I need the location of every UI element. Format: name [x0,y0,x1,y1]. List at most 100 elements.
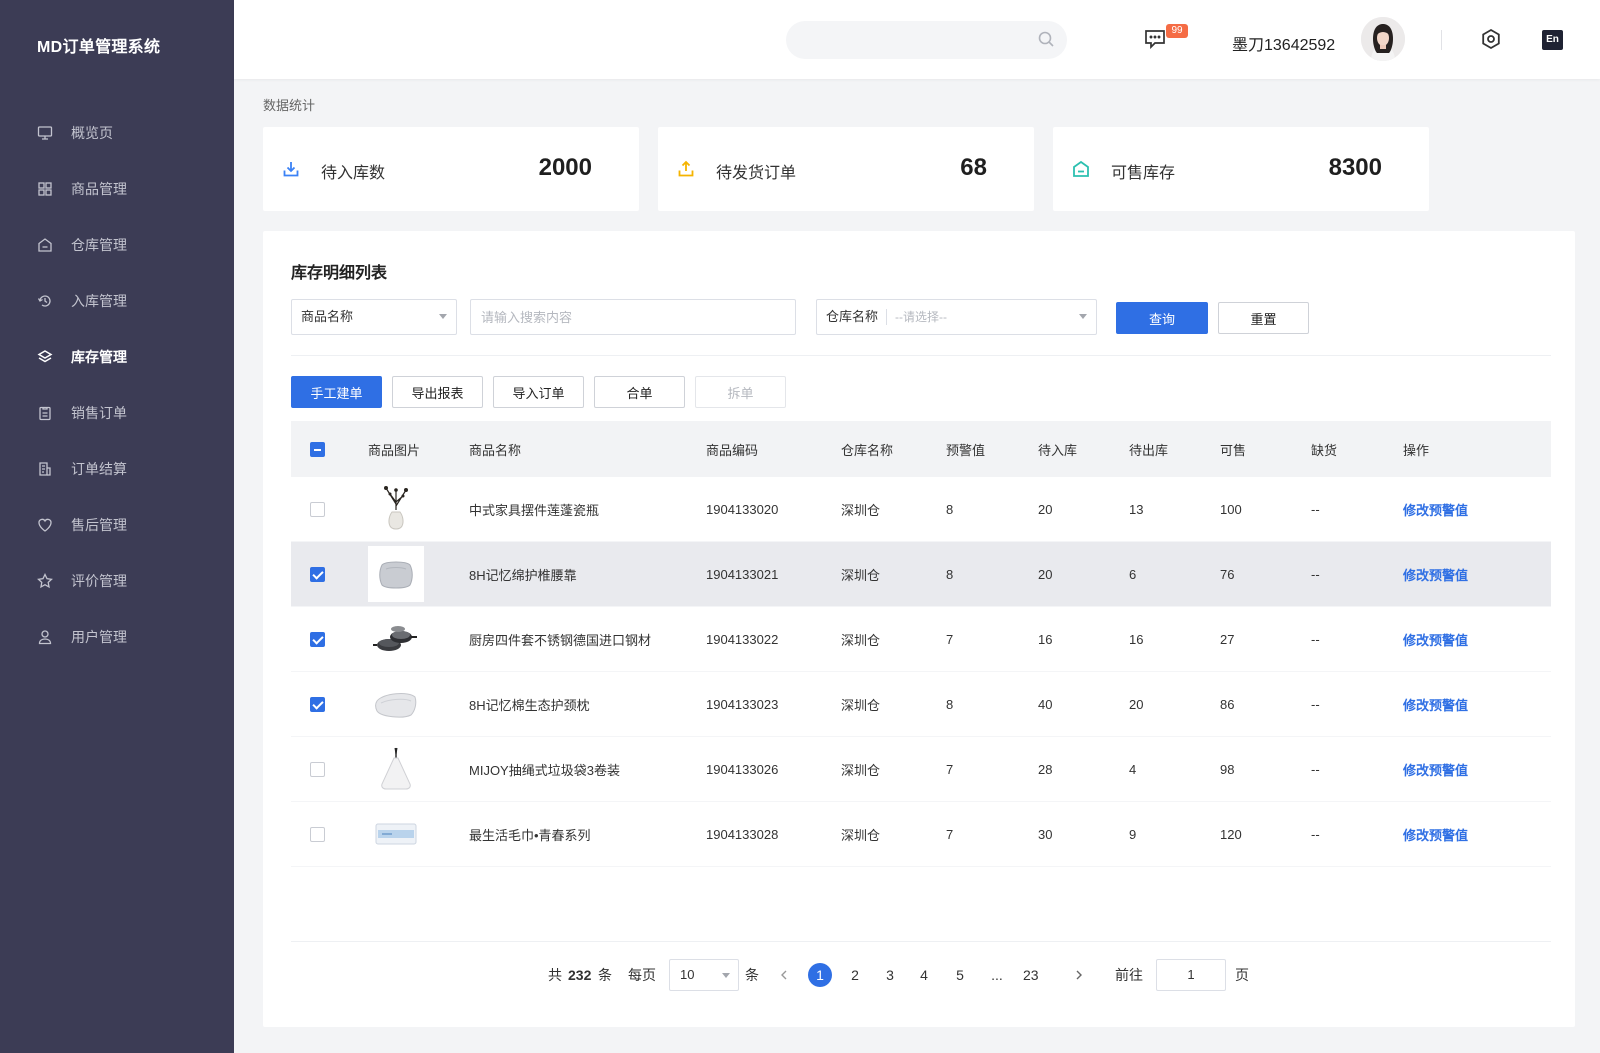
row-checkbox[interactable] [310,696,325,712]
pending-outbound: 16 [1129,631,1144,647]
product-name: 8H记忆棉生态护颈枕 [469,697,590,713]
table-row[interactable]: 最生活毛巾•青春系列 1904133028 深圳仓 7 30 9 120 -- … [291,802,1551,867]
available: 86 [1220,696,1235,712]
avatar[interactable] [1361,17,1405,61]
pending-inbound: 16 [1038,631,1053,647]
product-code: 1904133028 [706,826,779,842]
warning-value: 8 [946,696,954,712]
language-switch[interactable]: En [1542,30,1563,50]
star-icon [37,573,53,589]
sidebar-menu: 概览页 商品管理 仓库管理 入库管理 库存管理 销售订单 订单结算 售后管理 评… [0,105,234,665]
product-code: 1904133023 [706,696,779,712]
clipboard-icon [39,406,51,421]
section-label: 数据统计 [263,98,316,113]
product-image [368,741,424,797]
edit-warning-link[interactable]: 修改预警值 [1403,698,1468,713]
warning-value: 8 [946,566,954,582]
product-image [368,676,424,732]
column-header: 可售 [1220,442,1247,458]
select-all-checkbox[interactable] [310,441,325,457]
sidebar-item-overview[interactable]: 概览页 [0,105,234,161]
sidebar-item-inventory[interactable]: 库存管理 [0,329,234,385]
username[interactable]: 墨刀13642592 [1232,31,1335,55]
sidebar-item-reviews[interactable]: 评价管理 [0,553,234,609]
sidebar-item-after-sales[interactable]: 售后管理 [0,497,234,553]
search-input[interactable] [786,21,1067,59]
product-image [368,546,424,602]
stat-card-pending-inbound: 待入库数 2000 [263,127,639,211]
warning-value: 7 [946,826,954,842]
row-checkbox[interactable] [310,631,325,647]
edit-warning-link[interactable]: 修改预警值 [1403,503,1468,518]
column-header: 待入库 [1038,442,1078,458]
notification-badge: 99 [1166,24,1188,38]
sidebar-item-warehouse[interactable]: 仓库管理 [0,217,234,273]
pending-inbound: 20 [1038,566,1053,582]
reset-button[interactable]: 重置 [1218,302,1309,334]
warehouse-icon [1073,160,1089,177]
page-number[interactable]: 1 [808,963,832,987]
merge-orders-button[interactable]: 合单 [594,376,685,408]
stat-value: 2000 [538,154,592,181]
warehouse-icon [38,238,52,252]
edit-warning-link[interactable]: 修改预警值 [1403,763,1468,778]
user-icon [38,630,52,645]
search-icon[interactable] [1037,30,1055,48]
chevron-left-icon[interactable] [779,970,789,980]
settings-icon[interactable] [1480,28,1502,50]
warehouse-name: 深圳仓 [841,762,881,778]
per-page-value: 10 [680,967,695,982]
edit-warning-link[interactable]: 修改预警值 [1403,828,1468,843]
table-row[interactable]: 8H记忆棉生态护颈枕 1904133023 深圳仓 8 40 20 86 -- … [291,672,1551,737]
page-number[interactable]: 4 [912,955,936,995]
inventory-panel: 库存明细列表 商品名称 仓库名称--请选择-- 查询 重置 手工建单 导出报表 … [263,231,1575,1027]
export-report-button[interactable]: 导出报表 [392,376,483,408]
page-number[interactable]: 3 [878,955,902,995]
message-icon[interactable] [1144,29,1166,49]
row-checkbox[interactable] [310,566,325,582]
sidebar-item-users[interactable]: 用户管理 [0,609,234,665]
stat-label: 可售库存 [1111,165,1176,182]
sidebar-item-label: 售后管理 [71,517,127,533]
table-row[interactable]: MIJOY抽绳式垃圾袋3卷装 1904133026 深圳仓 7 28 4 98 … [291,737,1551,802]
column-header: 商品名称 [469,442,522,458]
warehouse-select-label: 仓库名称 [826,309,888,325]
table-row[interactable]: 厨房四件套不锈钢德国进口钢材 1904133022 深圳仓 7 16 16 27… [291,607,1551,672]
page-number[interactable]: 2 [843,955,867,995]
keyword-input[interactable] [470,299,796,335]
split-order-button[interactable]: 拆单 [695,376,786,408]
create-order-button[interactable]: 手工建单 [291,376,382,408]
pagination: 共 232 条 每页 10 条 1 2 3 4 5 ... 23 前往 1 页 [263,955,1575,995]
pending-outbound: 20 [1129,696,1144,712]
query-button[interactable]: 查询 [1116,302,1208,334]
row-checkbox[interactable] [310,761,325,777]
edit-warning-link[interactable]: 修改预警值 [1403,633,1468,648]
per-page-select[interactable]: 10 [669,959,739,991]
table-row[interactable]: 中式家具摆件莲蓬瓷瓶 1904133020 深圳仓 8 20 13 100 --… [291,477,1551,542]
sidebar-item-sales-orders[interactable]: 销售订单 [0,385,234,441]
warning-value: 7 [946,631,954,647]
shortage: -- [1311,761,1320,777]
page-number[interactable]: 5 [948,955,972,995]
import-orders-button[interactable]: 导入订单 [493,376,584,408]
warehouse-select[interactable]: 仓库名称 --请选择-- [816,299,1097,335]
stat-card-pending-shipment: 待发货订单 68 [658,127,1034,211]
row-checkbox[interactable] [310,501,325,517]
top-header: 99 墨刀13642592 En [234,0,1600,79]
page-number[interactable]: 23 [1023,955,1039,995]
edit-warning-link[interactable]: 修改预警值 [1403,568,1468,583]
product-name: 厨房四件套不锈钢德国进口钢材 [469,632,652,648]
goto-label: 前往 [1115,967,1143,983]
sidebar-item-inbound[interactable]: 入库管理 [0,273,234,329]
chevron-right-icon[interactable] [1074,970,1084,980]
app-title: MD订单管理系统 [37,39,161,56]
column-header: 操作 [1403,442,1430,458]
goto-page-input[interactable]: 1 [1156,959,1226,991]
row-checkbox[interactable] [310,826,325,842]
warehouse-select-placeholder: --请选择-- [895,310,948,324]
field-select[interactable]: 商品名称 [291,299,457,335]
table-row[interactable]: 8H记忆绵护椎腰靠 1904133021 深圳仓 8 20 6 76 -- 修改… [291,542,1551,607]
sidebar-item-settlement[interactable]: 订单结算 [0,441,234,497]
page-ellipsis[interactable]: ... [985,955,1009,995]
sidebar-item-products[interactable]: 商品管理 [0,161,234,217]
